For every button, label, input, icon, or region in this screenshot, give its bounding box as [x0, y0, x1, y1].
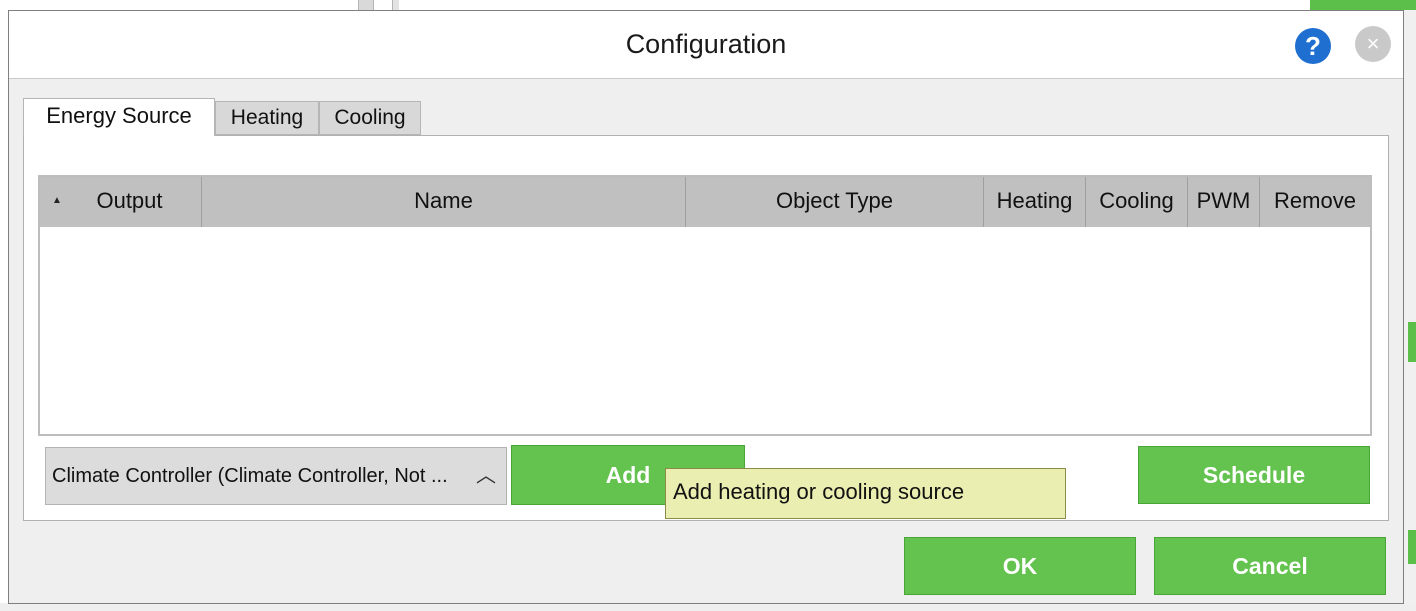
column-header-name[interactable]: Name	[202, 177, 686, 227]
background-app-button	[1408, 322, 1416, 362]
column-header-heating[interactable]: Heating	[984, 177, 1086, 227]
column-header-pwm[interactable]: PWM	[1188, 177, 1260, 227]
energy-source-select-value: Climate Controller (Climate Controller, …	[52, 465, 448, 487]
column-header-remove[interactable]: Remove	[1260, 177, 1370, 227]
close-icon[interactable]: ×	[1355, 26, 1391, 62]
tab-cooling[interactable]: Cooling	[319, 101, 421, 135]
dialog-titlebar: Configuration ? ×	[9, 11, 1403, 79]
column-header-output[interactable]: ▲ Output	[40, 177, 202, 227]
schedule-button[interactable]: Schedule	[1138, 446, 1370, 504]
cancel-button[interactable]: Cancel	[1154, 537, 1386, 595]
help-icon[interactable]: ?	[1295, 28, 1331, 64]
energy-source-select[interactable]: Climate Controller (Climate Controller, …	[45, 447, 507, 505]
column-header-object-type[interactable]: Object Type	[686, 177, 984, 227]
column-label-output: Output	[96, 188, 163, 213]
background-app-right	[1402, 10, 1416, 611]
tab-heating[interactable]: Heating	[215, 101, 319, 135]
add-button-tooltip: Add heating or cooling source	[665, 468, 1066, 519]
configuration-dialog: Configuration ? × Energy Source Heating …	[8, 10, 1404, 604]
table-header: ▲ Output Name Object Type Heating Coolin…	[40, 177, 1370, 228]
dialog-title: Configuration	[625, 29, 787, 59]
background-app-bottom	[0, 603, 1416, 611]
column-header-cooling[interactable]: Cooling	[1086, 177, 1188, 227]
background-app-button-2	[1408, 530, 1416, 564]
ok-button[interactable]: OK	[904, 537, 1136, 595]
energy-source-table: ▲ Output Name Object Type Heating Coolin…	[38, 175, 1372, 436]
table-body[interactable]	[40, 227, 1370, 434]
background-app-header	[1310, 0, 1416, 10]
tab-energy-source[interactable]: Energy Source	[23, 98, 215, 136]
sort-ascending-icon: ▲	[52, 195, 62, 206]
chevron-up-icon: ︿	[476, 465, 496, 487]
